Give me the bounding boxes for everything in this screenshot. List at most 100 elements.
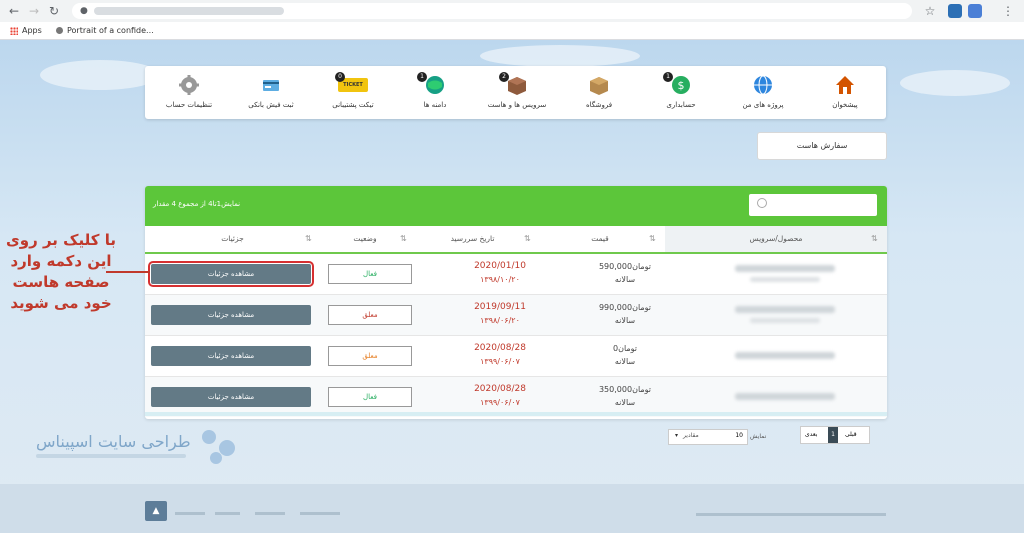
nav-item-domains[interactable]: 1 دامنه ها [394,66,476,119]
nav-item-accounting[interactable]: $ 1 حسابداری [640,66,722,119]
col-details[interactable]: ⇅ جزئیات [145,226,320,252]
pagination-next[interactable]: بعدی [805,427,817,443]
scroll-top-button[interactable]: ▲ [145,501,167,521]
translate-extension-icon[interactable] [968,4,982,18]
col-product[interactable]: ⇅ محصول/سرویس [665,226,887,252]
svg-text:$: $ [678,79,685,92]
due-date: 2019/09/11 ۱۳۹۸/۰۶/۲۰ [445,301,555,328]
nav-item-shop[interactable]: فروشگاه [558,66,640,119]
lock-icon: ● [80,6,88,16]
sort-icon: ⇅ [524,234,531,243]
col-price[interactable]: ⇅ قیمت [535,226,665,252]
search-icon [757,198,767,208]
bookmark-star-icon[interactable]: ☆ [922,3,938,19]
col-label: جزئیات [221,234,244,243]
col-label: قیمت [591,234,609,243]
price-amount: 350,000تومان [598,385,652,394]
nav-label: پروژه های من [742,101,784,109]
pagination-page-1[interactable]: 1 [828,427,838,443]
gear-icon [178,74,200,96]
nav-badge-count: 2 [499,72,509,82]
globe-icon [752,74,774,96]
due-date: 2020/08/28 ۱۳۹۹/۰۶/۰۷ [445,342,555,369]
price: 350,000تومان سالانه [570,383,680,409]
bookmark-portrait[interactable]: Portrait of a confide... [56,25,154,36]
page-size-suffix: مقادیر [683,432,699,439]
reload-icon[interactable]: ↻ [46,3,62,19]
nav-label: ثبت فیش بانکی [248,101,294,109]
top-navigation: پیشخوان پروژه های من $ 1 حسابداری فروشگا… [145,66,886,119]
shop-box-icon [588,74,610,96]
status-badge: معلق [328,346,412,366]
billing-cycle: سالانه [614,398,636,407]
nav-item-ticket[interactable]: TICKET 0 تیکت پشتیبانی [312,66,394,119]
product-name-blurred [735,352,835,359]
page-size-select[interactable]: 10 ▾ مقادیر [668,429,748,445]
bank-receipt-icon [260,74,282,96]
billing-cycle: سالانه [614,275,636,284]
sort-icon: ⇅ [400,234,407,243]
nav-item-bank-receipt[interactable]: ثبت فیش بانکی [230,66,312,119]
nav-item-settings[interactable]: تنظیمات حساب [148,66,230,119]
address-bar[interactable]: ● [72,3,912,19]
price: 990,000تومان سالانه [570,301,680,327]
extension-icon[interactable] [948,4,962,18]
billing-cycle: سالانه [614,316,636,325]
bookmark-label: Apps [22,26,42,35]
table-row: مشاهده جزئیات معلق 2019/09/11 ۱۳۹۸/۰۶/۲۰ … [145,295,887,336]
table-search-input[interactable] [749,194,877,216]
menu-kebab-icon[interactable]: ⋮ [1000,3,1016,19]
service-box-icon [506,74,528,96]
logo-dot [219,440,235,456]
accounting-icon: $ [670,74,692,96]
services-table-card: نمایش1تا4 از مجموع 4 مقدار ⇅ محصول/سرویس… [145,186,887,419]
sort-icon: ⇅ [871,234,878,243]
table-row: مشاهده جزئیات فعال 2020/08/28 ۱۳۹۹/۰۶/۰۷ … [145,377,887,417]
nav-label: پیشخوان [832,101,858,109]
caret-down-icon: ▾ [675,432,679,439]
footer-link[interactable] [215,512,240,515]
view-details-button[interactable]: مشاهده جزئیات [148,261,314,287]
status-badge: فعال [328,387,412,407]
nav-item-dashboard[interactable]: پیشخوان [804,66,886,119]
table-head: ⇅ محصول/سرویس ⇅ قیمت ⇅ تاریخ سررسید ⇅ وض… [145,226,887,254]
due-date-gregorian: 2020/01/10 [474,261,526,271]
due-date: 2020/08/28 ۱۳۹۹/۰۶/۰۷ [445,383,555,410]
logo-dot [202,430,216,444]
nav-badge-count: 1 [417,72,427,82]
product-domain-blurred [750,277,820,282]
forward-icon[interactable]: → [26,3,42,19]
pagination-prev[interactable]: قبلی [845,427,857,443]
status-badge: فعال [328,264,412,284]
due-date-persian: ۱۳۹۹/۰۶/۰۷ [480,357,520,366]
col-status[interactable]: ⇅ وضعیت [320,226,410,252]
product-name-blurred [735,393,835,400]
price-amount: 990,000تومان [598,303,652,312]
table-header-bar: نمایش1تا4 از مجموع 4 مقدار [145,186,887,226]
back-icon[interactable]: ← [6,3,22,19]
footer-link[interactable] [255,512,285,515]
bookmark-apps[interactable]: Apps [10,25,42,36]
sort-icon: ⇅ [649,234,656,243]
nav-label: فروشگاه [585,101,613,109]
product-domain-blurred [750,318,820,323]
footer-link[interactable] [175,512,205,515]
view-details-button[interactable]: مشاهده جزئیات [151,346,311,366]
nav-item-projects[interactable]: پروژه های من [722,66,804,119]
view-details-button[interactable]: مشاهده جزئیات [151,387,311,407]
nav-label: تنظیمات حساب [165,101,213,109]
nav-label: حسابداری [666,101,696,109]
page-size-value: 10 [735,432,743,439]
nav-label: تیکت پشتیبانی [332,101,374,109]
col-due-date[interactable]: ⇅ تاریخ سررسید [410,226,535,252]
watermark-subtitle [36,454,186,458]
footer-link[interactable] [300,512,340,515]
page-size-label: نمایش [750,433,767,440]
browser-toolbar: ← → ↻ ● ☆ ⋮ [0,0,1024,22]
nav-label: دامنه ها [423,101,447,109]
view-details-button[interactable]: مشاهده جزئیات [151,305,311,325]
host-order-button[interactable]: سفارش هاست [757,132,887,160]
billing-cycle: سالانه [614,357,636,366]
house-icon [834,74,856,96]
nav-item-services[interactable]: 2 سرویس ها و هاست [476,66,558,119]
